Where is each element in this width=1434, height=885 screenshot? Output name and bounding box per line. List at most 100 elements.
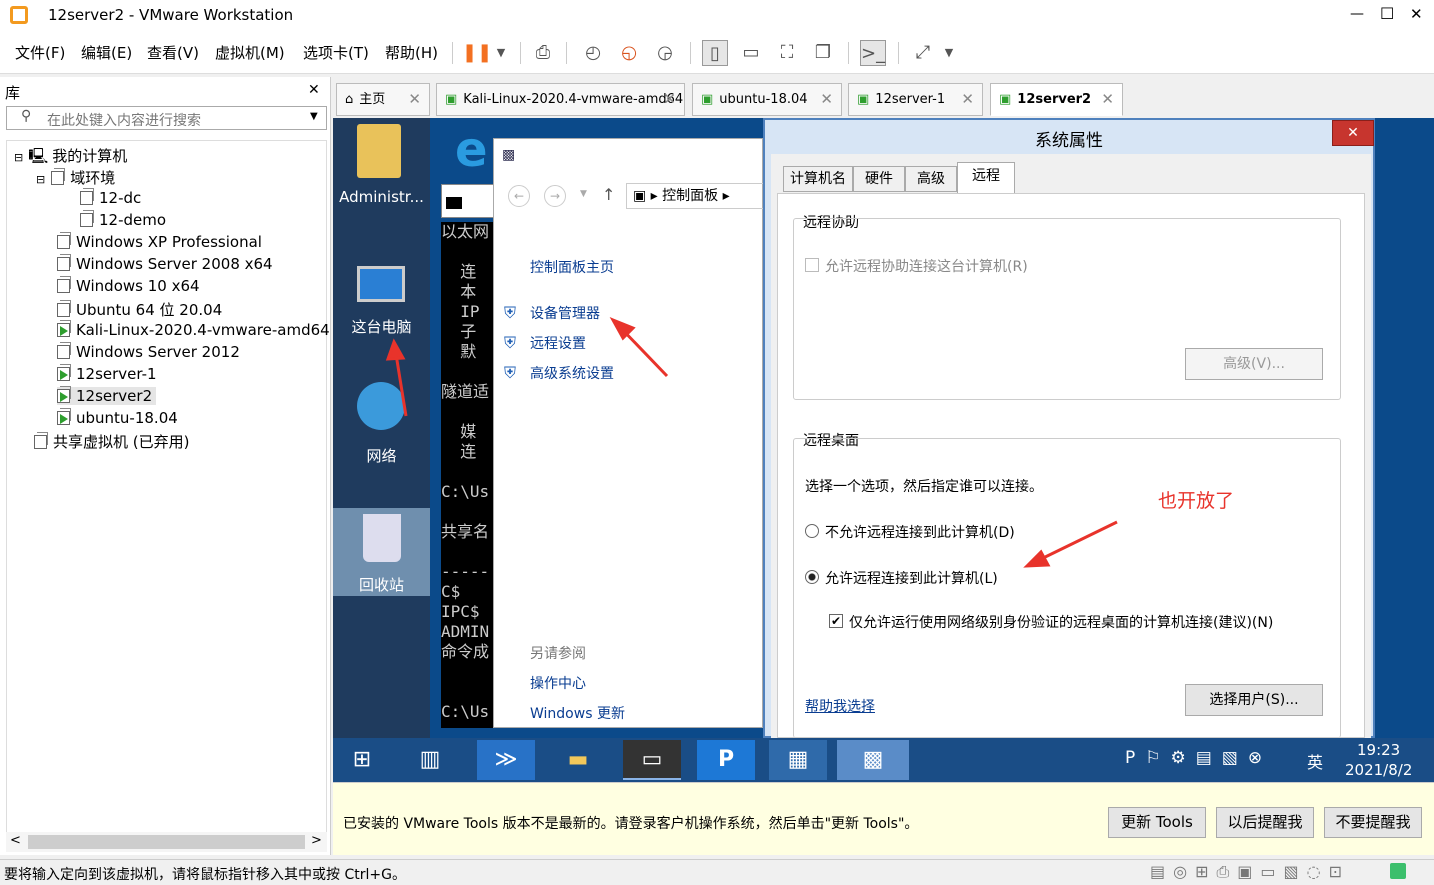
tab-label: Kali-Linux-2020.4-vmware-amd64 [463, 92, 684, 107]
close-icon[interactable]: ✕ [1101, 84, 1114, 115]
stretch-icon[interactable]: ⤢ [910, 40, 936, 66]
toolbar-separator [898, 42, 899, 64]
tab-home[interactable]: ⌂ 主页 ✕ [336, 83, 430, 116]
tree-vm[interactable]: Ubuntu 64 位 20.04 [57, 299, 222, 320]
revert-snapshot-icon[interactable]: ◵ [616, 40, 642, 66]
tree-vm[interactable]: ubuntu-18.04 [57, 408, 178, 427]
close-icon[interactable]: ✕ [663, 84, 676, 115]
tree-domain-folder[interactable]: ⊟ 域环境 [36, 167, 115, 188]
tools-notice-bar: 已安装的 VMware Tools 版本不是最新的。请登录客户机操作系统，然后单… [333, 782, 1434, 855]
clock-date[interactable]: 2021/8/2 [1345, 761, 1412, 779]
vm-console[interactable]: Administr... 这台电脑 网络 回收站 e 以太网 连 本 IP 子 … [333, 118, 1434, 744]
pause-icon[interactable]: ❚❚ [462, 40, 492, 66]
device-status-icons[interactable]: ▤◎⊞⎙▣▭▧◌⊡ [1150, 862, 1350, 882]
show-library-icon[interactable]: ▯ [702, 40, 728, 66]
close-icon[interactable]: ✕ [408, 84, 421, 115]
system-properties-taskbar-icon[interactable]: ▩ [837, 740, 909, 780]
vmware-logo-icon [10, 6, 28, 24]
unity-icon[interactable]: ❐ [810, 40, 836, 66]
shared-vm-icon [34, 432, 48, 449]
collapse-icon[interactable]: ⊟ [14, 151, 23, 164]
close-button[interactable]: ✕ [1410, 5, 1423, 23]
tree-vm-12-demo[interactable]: 12-demo [80, 210, 166, 229]
tree-label: Kali-Linux-2020.4-vmware-amd64 [76, 321, 330, 339]
tab-12server-1[interactable]: ▣ 12server-1 ✕ [848, 83, 983, 116]
tree-vm[interactable]: Windows Server 2008 x64 [57, 254, 273, 273]
menu-view[interactable]: 查看(V) [147, 42, 199, 63]
vm-running-icon [57, 386, 71, 403]
vm-icon [57, 300, 71, 317]
collapse-icon[interactable]: ⊟ [36, 173, 45, 186]
update-tools-button[interactable]: 更新 Tools [1108, 807, 1206, 838]
chevron-down-icon[interactable]: ▼ [936, 40, 962, 66]
dont-remind-button[interactable]: 不要提醒我 [1324, 807, 1422, 838]
tree-vm[interactable]: Kali-Linux-2020.4-vmware-amd64 [57, 320, 330, 339]
tab-12server2[interactable]: ▣ 12server2 ✕ [990, 83, 1123, 116]
vm-running-icon [57, 408, 71, 425]
scroll-left-icon[interactable]: < [10, 833, 21, 848]
p-app-icon[interactable]: P [697, 740, 755, 780]
cmd-taskbar-icon[interactable]: ▭ [623, 740, 681, 780]
tree-shared-vms[interactable]: 共享虚拟机 (已弃用) [34, 431, 189, 452]
menu-edit[interactable]: 编辑(E) [81, 42, 132, 63]
scroll-right-icon[interactable]: > [311, 833, 322, 848]
tree-vm-selected[interactable]: 12server2 [57, 386, 157, 405]
file-explorer-icon[interactable]: ▬ [549, 740, 607, 780]
scroll-thumb[interactable] [28, 835, 305, 849]
console-view-icon[interactable]: >_ [860, 40, 886, 66]
chevron-down-icon[interactable]: ▼ [488, 40, 514, 66]
library-panel: 库 ✕ ⚲ 在此处键入内容进行搜索 ▼ ⊟ 🖳 我的计算机 ⊟ 域环境 12-dc 1… [0, 77, 331, 855]
vm-running-icon [57, 364, 71, 381]
tree-vm-12-dc[interactable]: 12-dc [80, 188, 141, 207]
menu-help[interactable]: 帮助(H) [385, 42, 438, 63]
thumbnail-bar-icon[interactable]: ▭ [738, 40, 764, 66]
library-close-icon[interactable]: ✕ [308, 82, 320, 98]
search-input[interactable]: 在此处键入内容进行搜索 [47, 110, 201, 130]
tree-vm[interactable]: 12server-1 [57, 364, 157, 383]
minimize-button[interactable]: — [1350, 6, 1364, 22]
tree-label: 我的计算机 [52, 147, 128, 165]
control-panel-taskbar-icon[interactable]: ▦ [769, 740, 827, 780]
vm-tab-icon: ▣ [857, 92, 870, 107]
powershell-icon[interactable]: ≫ [477, 740, 535, 780]
computer-icon: 🖳 [28, 147, 49, 165]
tray-icons[interactable]: P⚐⚙▤▧⊗ [1125, 748, 1272, 768]
tab-kali[interactable]: ▣ Kali-Linux-2020.4-vmware-amd64 ✕ [436, 83, 685, 116]
menu-tabs[interactable]: 选项卡(T) [303, 42, 369, 63]
menu-vm[interactable]: 虚拟机(M) [215, 42, 285, 63]
toolbar-separator [690, 42, 691, 64]
toolbar-separator [566, 42, 567, 64]
send-keys-icon[interactable]: ⎙ [530, 40, 556, 66]
tree-vm[interactable]: Windows XP Professional [57, 232, 262, 251]
ime-indicator[interactable]: 英 [1307, 749, 1323, 773]
close-icon[interactable]: ✕ [961, 84, 974, 115]
tree-vm[interactable]: Windows Server 2012 [57, 342, 240, 361]
notice-text: 已安装的 VMware Tools 版本不是最新的。请登录客户机操作系统，然后单… [343, 816, 919, 832]
message-log-icon[interactable] [1390, 863, 1406, 879]
search-box[interactable]: ⚲ 在此处键入内容进行搜索 ▼ [6, 106, 327, 130]
tree-label: Windows XP Professional [76, 233, 262, 251]
chevron-down-icon[interactable]: ▼ [310, 111, 318, 122]
tree-label: Ubuntu 64 位 20.04 [76, 301, 223, 319]
tab-bar: ⌂ 主页 ✕ ▣ Kali-Linux-2020.4-vmware-amd64 ✕ ▣ u… [333, 80, 1434, 118]
maximize-button[interactable]: ☐ [1380, 4, 1394, 23]
windows-start-icon[interactable]: ⊞ [333, 740, 391, 780]
menu-file[interactable]: 文件(F) [15, 42, 65, 63]
tree-label: 共享虚拟机 (已弃用) [53, 433, 190, 451]
remind-later-button[interactable]: 以后提醒我 [1216, 807, 1314, 838]
horizontal-scrollbar[interactable]: < > [6, 832, 327, 852]
fullscreen-icon[interactable]: ⛶ [774, 40, 800, 66]
close-icon[interactable]: ✕ [820, 84, 833, 115]
vm-icon [80, 210, 94, 227]
clock-time[interactable]: 19:23 [1357, 741, 1400, 759]
snapshot-icon[interactable]: ◴ [580, 40, 606, 66]
snapshot-manager-icon[interactable]: ◶ [652, 40, 678, 66]
server-manager-icon[interactable]: ▥ [401, 740, 459, 780]
folder-icon [51, 168, 66, 185]
toolbar-separator [848, 42, 849, 64]
tab-label: 12server-1 [875, 92, 946, 107]
tree-vm[interactable]: Windows 10 x64 [57, 276, 200, 295]
library-title: 库 [5, 84, 21, 102]
tab-label: 主页 [359, 92, 386, 107]
tab-ubuntu[interactable]: ▣ ubuntu-18.04 ✕ [692, 83, 842, 116]
